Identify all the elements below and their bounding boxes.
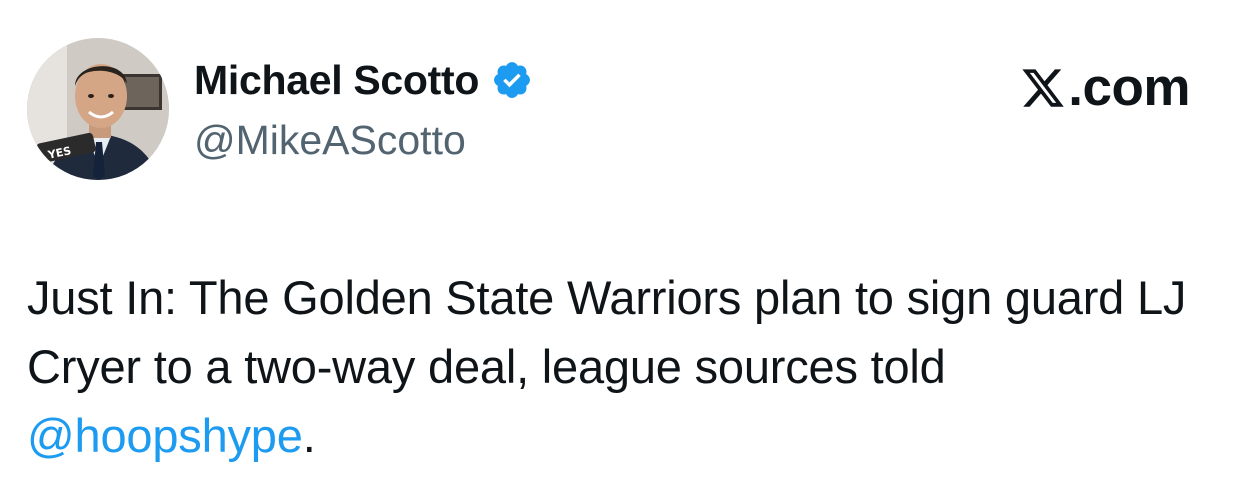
tweet-text-end: . (302, 409, 316, 462)
profile-photo: YES (27, 38, 169, 180)
avatar[interactable]: YES (27, 38, 169, 180)
mention-link[interactable]: @hoopshype (27, 409, 303, 462)
author-display-name[interactable]: Michael Scotto (194, 52, 479, 108)
x-logo-icon (1020, 65, 1066, 111)
brand-text: .com (1068, 58, 1190, 117)
verified-badge-icon[interactable] (491, 59, 533, 101)
author-name-row: Michael Scotto (194, 52, 533, 108)
tweet-text: Just In: The Golden State Warriors plan … (27, 271, 1187, 393)
tweet-body: Just In: The Golden State Warriors plan … (27, 263, 1217, 470)
brand-mark: .com (1020, 56, 1190, 120)
tweet-card: YES Michael Scotto @MikeAScotto .com Jus… (0, 0, 1242, 487)
author-handle[interactable]: @MikeAScotto (194, 112, 466, 168)
